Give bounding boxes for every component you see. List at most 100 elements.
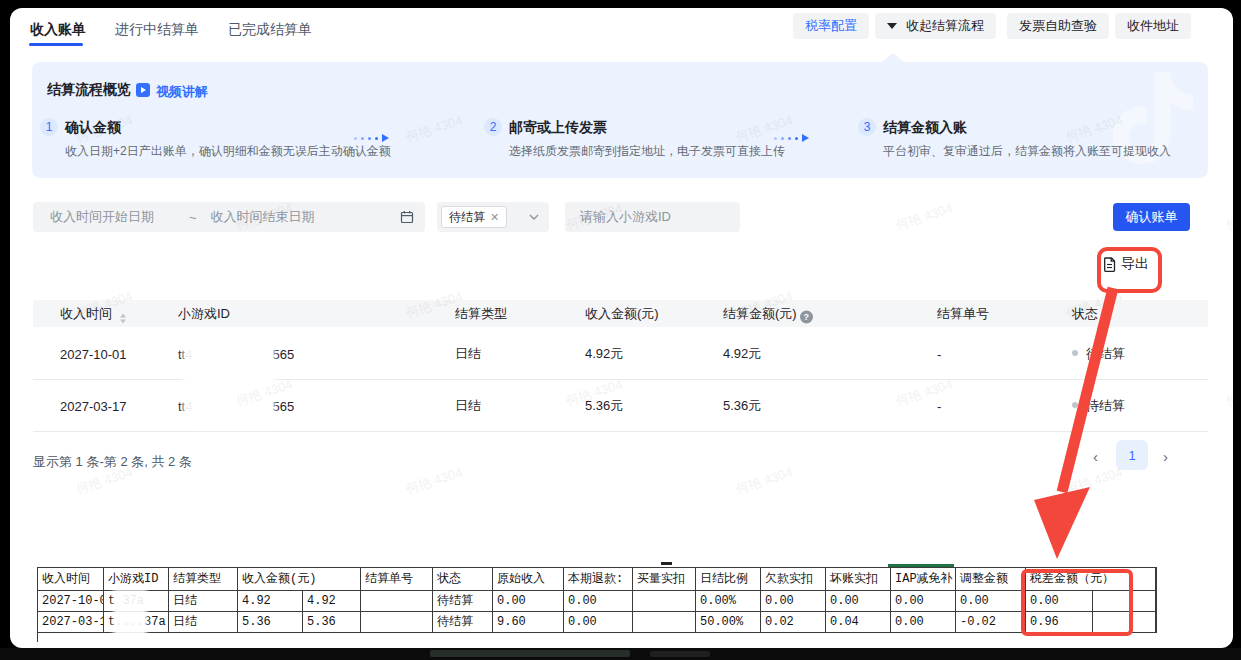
sheet-cell: 0.00% [696,591,761,612]
sheet-header-cell: 收入金额(元) [238,568,361,591]
status-select[interactable]: 待结算 ✕ [437,202,549,232]
cell-order-no: - [937,346,941,361]
sheet-cell: 待结算 [433,612,493,633]
sheet-cell [361,591,433,612]
collapse-flow-button[interactable]: 收起结算流程 [875,13,996,39]
cell-income-time: 2027-10-01 [60,346,127,361]
cell-income-amount: 4.92元 [585,345,623,363]
tab-bar: 收入账单 进行中结算单 已完成结算单 [30,21,312,39]
sheet-header-cell: 本期退款: [564,568,633,591]
confirm-bill-button[interactable]: 确认账单 [1113,203,1190,231]
sheet-cell: 9.60 [493,612,564,633]
watermark: 何艳 4304 [734,463,795,498]
sheet-edge-tick [37,633,38,642]
step2-number: 2 [484,118,502,136]
tab-inprogress-settlement[interactable]: 进行中结算单 [115,21,199,39]
calendar-icon[interactable] [400,210,414,224]
tax-diff-annotation-box [1021,569,1133,636]
tab-completed-settlement[interactable]: 已完成结算单 [228,21,312,39]
sheet-cell: 0.00 [956,591,1026,612]
watermark: 何艳 4304 [404,463,465,498]
sheet-cell: 2027-10-01 [38,591,104,612]
watermark: 何艳 4304 [1064,463,1125,498]
status-tag: 待结算 ✕ [441,206,507,228]
cell-order-no: - [937,399,941,414]
date-separator: ~ [189,210,197,225]
cell-settle-amount: 5.36元 [723,397,761,415]
step2-title: 邮寄或上传发票 [509,119,607,137]
sheet-cell: 4.92 [303,591,361,612]
step1-number: 1 [40,118,58,136]
sort-icon[interactable] [120,313,126,323]
sheet-header-cell: 买量实扣 [633,568,696,591]
step1-desc: 收入日期+2日产出账单，确认明细和金额无误后主动确认金额 [65,143,391,160]
flow-arrow-2 [774,134,809,142]
taskbar [0,648,1241,660]
sheet-cell: 0.00 [891,612,956,633]
sheet-header-cell: 坏账实扣 [826,568,891,591]
sheet-cell: 待结算 [433,591,493,612]
invoice-check-button[interactable]: 发票自助查验 [1007,13,1109,39]
sheet-cell: 4.92 [238,591,303,612]
tab-income-bill[interactable]: 收入账单 [30,21,86,39]
redaction-blur [186,338,272,425]
sheet-cell [633,612,696,633]
sheet-header-cell: 结算类型 [169,568,238,591]
cell-income-time: 2027-03-17 [60,399,127,414]
sheet-cell: 5.36 [238,612,303,633]
step3-desc: 平台初审、复审通过后，结算金额将入账至可提现收入 [883,143,1171,160]
app-window: 收入账单 进行中结算单 已完成结算单 税率配置 收起结算流程 发票自助查验 收件… [10,8,1233,648]
step2-desc: 选择纸质发票邮寄到指定地址，电子发票可直接上传 [509,143,785,160]
chevron-down-icon [529,214,539,220]
sheet-cell: 0.00 [564,612,633,633]
next-page-icon[interactable]: › [1163,448,1168,465]
col-game-id: 小游戏ID [178,305,230,323]
cell-settle-amount: 4.92元 [723,345,761,363]
status-tag-label: 待结算 [449,209,485,226]
active-tab-underline [29,43,83,46]
settlement-flow-panel: 结算流程概览 视频讲解 1 确认金额 收入日期+2日产出账单，确认明细和金额无误… [32,62,1208,178]
date-range-input[interactable]: 收入时间开始日期 ~ 收入时间结束日期 [33,202,425,232]
panel-title: 结算流程概览 [47,81,131,99]
help-icon[interactable]: ? [800,310,813,323]
sheet-header-cell: 调整金额 [956,568,1026,591]
sheet-cell: 日结 [169,612,238,633]
status-dot [1072,402,1078,408]
sheet-cell: 2027-03-17 [38,612,104,633]
sheet-header-cell: 小游戏ID [104,568,169,591]
step3-number: 3 [858,118,876,136]
sheet-header-cell: 日结比例 [696,568,761,591]
sheet-cell: 0.00 [564,591,633,612]
cell-settle-type: 日结 [455,345,481,363]
cell-status: 待结算 [1072,397,1125,415]
date-start-placeholder: 收入时间开始日期 [50,208,154,226]
excel-green-mark [888,564,954,567]
export-annotation-box [1097,247,1162,293]
sheet-header-cell: 收入时间 [38,568,104,591]
table-header: 收入时间 小游戏ID 结算类型 收入金额(元) 结算金额(元)? 结算单号 状态 [33,300,1208,327]
sheet-cell: 0.00 [891,591,956,612]
sheet-header-cell: 状态 [433,568,493,591]
prev-page-icon[interactable]: ‹ [1093,448,1098,465]
sheet-header-cell: 原始收入 [493,568,564,591]
redaction-blur [116,592,144,633]
collapse-flow-label: 收起结算流程 [906,17,984,35]
sheet-cell: 0.00 [761,591,826,612]
cell-status: 待结算 [1072,345,1125,363]
sheet-cell: 日结 [169,591,238,612]
remove-tag-icon[interactable]: ✕ [490,211,499,224]
step3-title: 结算金额入账 [883,119,967,137]
panel-notch [882,53,904,62]
sheet-header-cell: 欠款实扣 [761,568,826,591]
tax-config-button[interactable]: 税率配置 [793,13,869,39]
watermark: 何艳 4304 [1224,375,1241,410]
sheet-cell [361,612,433,633]
sheet-header-cell: 结算单号 [361,568,433,591]
watermark: 何艳 4304 [894,199,955,234]
sheet-cell: 0.00 [826,591,891,612]
caret-down-icon [887,23,897,29]
sheet-cell: 0.02 [761,612,826,633]
mail-address-button[interactable]: 收件地址 [1115,13,1191,39]
sheet-cell: 5.36 [303,612,361,633]
video-guide-link[interactable]: 视频讲解 [156,83,208,101]
